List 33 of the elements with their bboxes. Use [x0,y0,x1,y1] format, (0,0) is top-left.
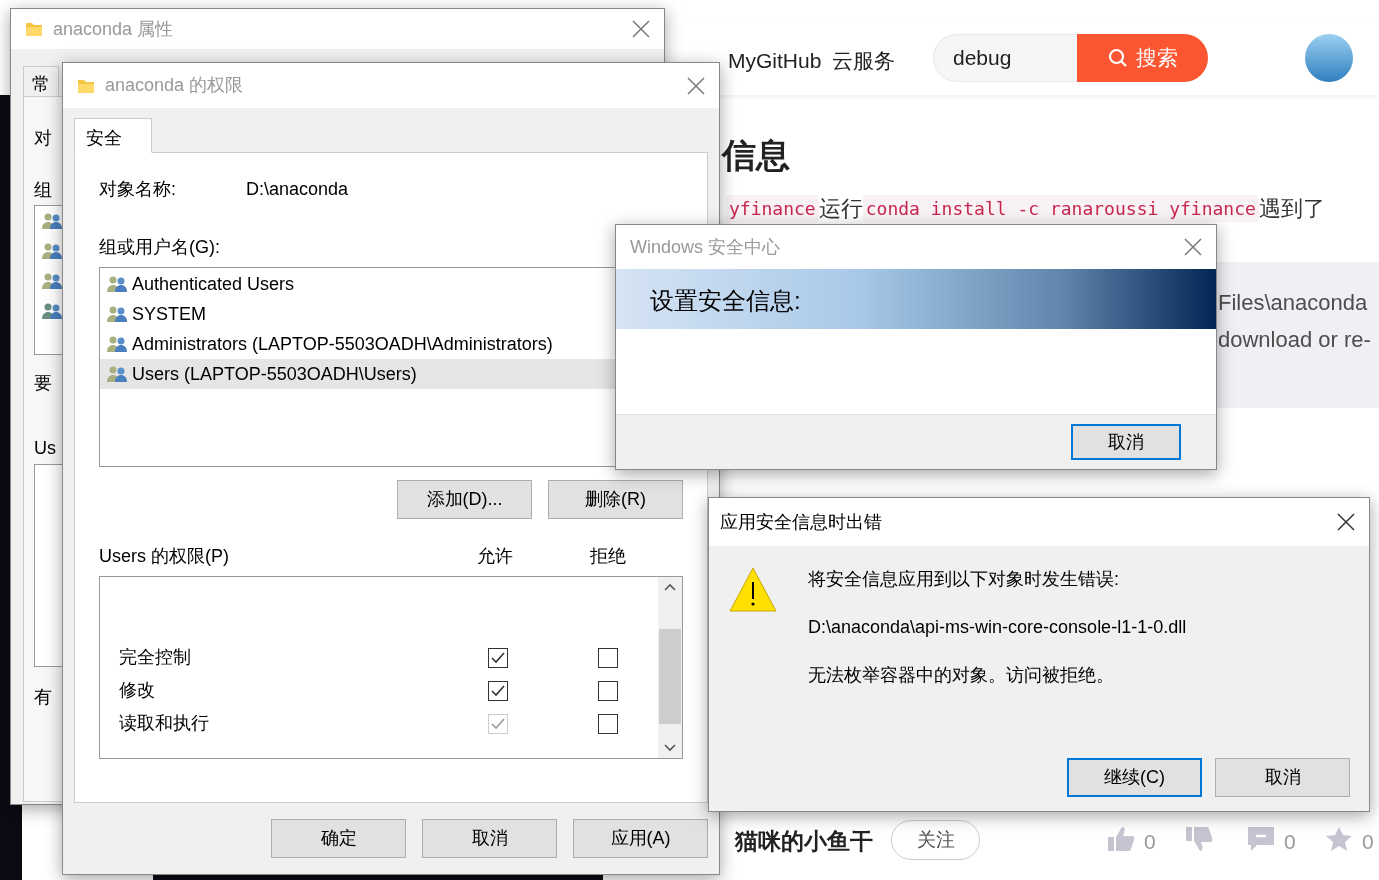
quote-text: download or re- [1218,326,1371,354]
column-header: 允许 [477,545,514,568]
window-title: Windows 安全中心 [630,235,782,259]
field-label: 有 [34,686,52,709]
window-title: anaconda 的权限 [105,74,245,97]
count-label: 0 [1362,829,1374,855]
message-text: 将安全信息应用到以下对象时发生错误: [808,568,1120,591]
message-text: 无法枚举容器中的对象。访问被拒绝。 [808,664,1115,687]
permission-name: 修改 [119,679,156,702]
count-label: 0 [1144,829,1156,855]
field-label: 对 [34,127,52,150]
message-text: D:\anaconda\api-ms-win-core-console-l1-1-0.dll [808,616,1187,639]
code-snippet: yfinance [726,194,819,222]
field-label: 组 [34,179,52,202]
article-heading: 信息 [722,135,790,176]
window-title: anaconda 属性 [53,17,175,41]
field-value: D:\anaconda [246,178,349,201]
author-name: 猫咪的小鱼干 [735,827,873,856]
field-label: 对象名称: [99,178,177,201]
code-snippet: conda install -c ranaroussi yfinance [862,194,1259,222]
banner: 设置安全信息: [616,269,1216,329]
field-label: Us [34,437,56,460]
window-title: 应用安全信息时出错 [720,510,883,534]
column-header: 拒绝 [590,545,626,568]
field-label: 组或用户名(G): [99,236,220,259]
body-text: 遇到了 [1258,194,1325,223]
quote-text: Files\anaconda [1218,289,1368,317]
count-label: 0 [1284,829,1296,855]
field-label: 要 [34,372,52,395]
body-text: 运行 [818,194,863,223]
field-label: Users 的权限(P) [99,545,230,568]
permission-name: 完全控制 [119,646,192,669]
permission-name: 读取和执行 [119,712,210,735]
